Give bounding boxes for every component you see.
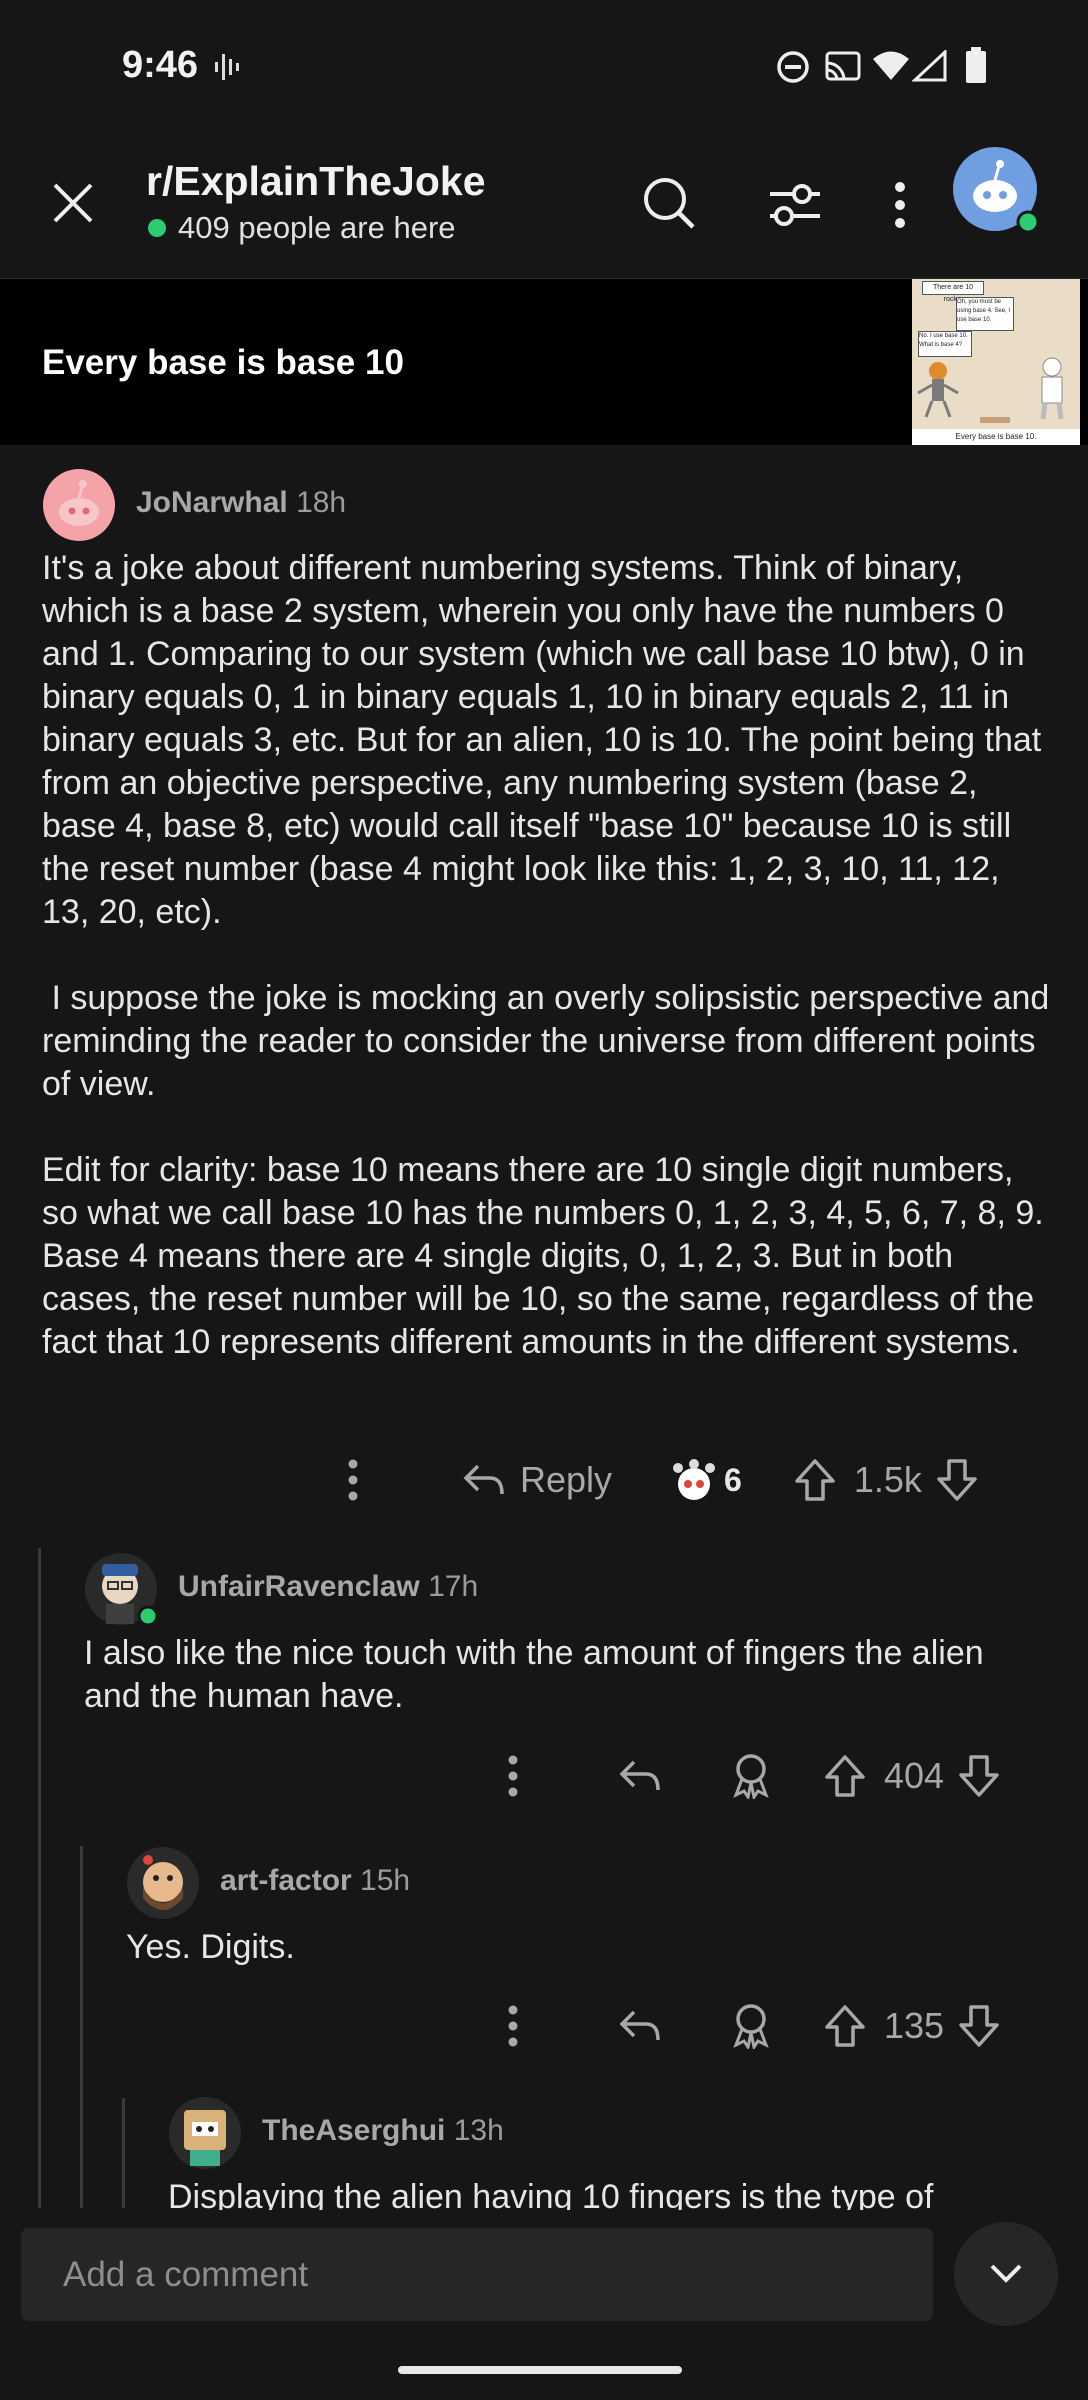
comment-age: 18h <box>296 486 347 519</box>
reply-icon[interactable] <box>618 2006 662 2046</box>
thread-line[interactable] <box>38 1548 41 2208</box>
online-dot <box>148 219 166 237</box>
presence-count: 409 people are here <box>178 210 456 245</box>
downvote-icon[interactable] <box>958 1754 1000 1798</box>
more-options-icon[interactable] <box>506 1754 520 1798</box>
comic-figures <box>917 357 1064 423</box>
comment-age: 13h <box>453 2114 504 2147</box>
subreddit-name[interactable]: r/ExplainTheJoke <box>146 158 486 205</box>
comment-paragraph: I suppose the joke is mocking an overly … <box>42 979 1059 1103</box>
thread-line[interactable] <box>122 2098 125 2208</box>
comment-actions: Reply 6 1.5k <box>346 1452 978 1508</box>
reply-button[interactable]: Reply <box>462 1459 612 1501</box>
award-icon[interactable] <box>730 2003 772 2049</box>
user-avatar[interactable] <box>952 146 1042 236</box>
comment-author[interactable]: art-factor <box>220 1864 352 1897</box>
comment-body: I also like the nice touch with the amou… <box>84 1634 984 1715</box>
comment-actions: 135 <box>506 1998 1000 2054</box>
do-not-disturb-icon <box>777 51 809 83</box>
filter-sliders-icon[interactable] <box>768 182 822 228</box>
more-options-icon[interactable] <box>892 180 908 230</box>
comment-avatar[interactable] <box>126 1846 200 1920</box>
online-presence: 409 people are here <box>148 210 456 246</box>
upvote-icon[interactable] <box>824 2004 866 2048</box>
status-bar: 9:46 <box>0 0 1088 130</box>
wifi-icon <box>873 51 909 80</box>
comment-author-line: art-factor 15h <box>220 1864 410 1898</box>
thumb-speech-1: There are 10 rocks. <box>922 281 984 303</box>
close-icon[interactable] <box>52 182 94 224</box>
vote-score: 404 <box>884 1755 945 1796</box>
comment-author-line: TheAserghui 13h <box>262 2114 504 2148</box>
thumb-caption: Every base is base 10. <box>912 429 1080 445</box>
comment-avatar[interactable] <box>84 1552 158 1626</box>
comment-author[interactable]: TheAserghui <box>262 2114 445 2147</box>
comment-body: Yes. Digits. <box>126 1928 295 1966</box>
search-icon[interactable] <box>642 176 696 230</box>
post-header[interactable]: Every base is base 10 There are 10 rocks… <box>0 279 1088 445</box>
upvote-icon[interactable] <box>824 1754 866 1798</box>
award-icon <box>673 1459 716 1500</box>
comment-author[interactable]: UnfairRavenclaw <box>178 1570 420 1603</box>
post-title[interactable]: Every base is base 10 <box>42 343 404 383</box>
subreddit-header: r/ExplainTheJoke 409 people are here <box>0 130 1088 279</box>
more-options-icon[interactable] <box>506 2004 520 2048</box>
downvote-icon[interactable] <box>958 2004 1000 2048</box>
comment-paragraph: Edit for clarity: base 10 means there ar… <box>42 1151 1044 1361</box>
battery-icon <box>966 47 986 83</box>
comment-avatar[interactable] <box>168 2096 242 2170</box>
comment-avatar[interactable] <box>42 468 116 542</box>
vote-score: 135 <box>884 2005 945 2046</box>
thread-line[interactable] <box>80 1846 83 2208</box>
award-icon[interactable] <box>730 1753 772 1799</box>
more-options-icon[interactable] <box>346 1458 360 1502</box>
thumb-speech-2: Oh, you must be using base 4. See, I use… <box>956 297 1014 331</box>
downvote-icon[interactable] <box>936 1458 978 1502</box>
upvote-icon[interactable] <box>794 1458 836 1502</box>
collapse-button[interactable] <box>954 2222 1058 2326</box>
add-comment-input[interactable]: Add a comment <box>21 2228 933 2321</box>
comment-age: 17h <box>428 1570 479 1603</box>
comment-paragraph: It's a joke about different numbering sy… <box>42 549 1042 931</box>
reply-icon <box>463 1464 504 1495</box>
comment-placeholder: Add a comment <box>63 2255 309 2294</box>
comment-body: It's a joke about different numbering sy… <box>42 547 1052 1364</box>
thumb-speech-3: No. I use base 10. What is base 4? <box>918 331 972 357</box>
chevron-down-icon <box>990 2264 1022 2283</box>
award-count: 6 <box>724 1461 742 1498</box>
comment-actions: 404 <box>506 1748 1000 1804</box>
reply-icon[interactable] <box>618 1756 662 1796</box>
signal-icon <box>912 50 947 82</box>
reply-label: Reply <box>520 1459 613 1500</box>
comment-author-line: UnfairRavenclaw 17h <box>178 1570 478 1604</box>
comment-age: 15h <box>360 1864 411 1897</box>
post-thumbnail[interactable]: There are 10 rocks. Oh, you must be usin… <box>912 279 1080 445</box>
comment-author-line: JoNarwhal 18h <box>136 486 346 520</box>
home-indicator[interactable] <box>398 2366 682 2374</box>
cast-icon <box>825 51 861 81</box>
sound-wave-icon <box>215 54 239 80</box>
status-time: 9:46 <box>122 44 199 86</box>
award-button[interactable]: 6 <box>670 1458 742 1502</box>
comment-author[interactable]: JoNarwhal <box>136 486 288 519</box>
vote-score: 1.5k <box>853 1459 922 1500</box>
